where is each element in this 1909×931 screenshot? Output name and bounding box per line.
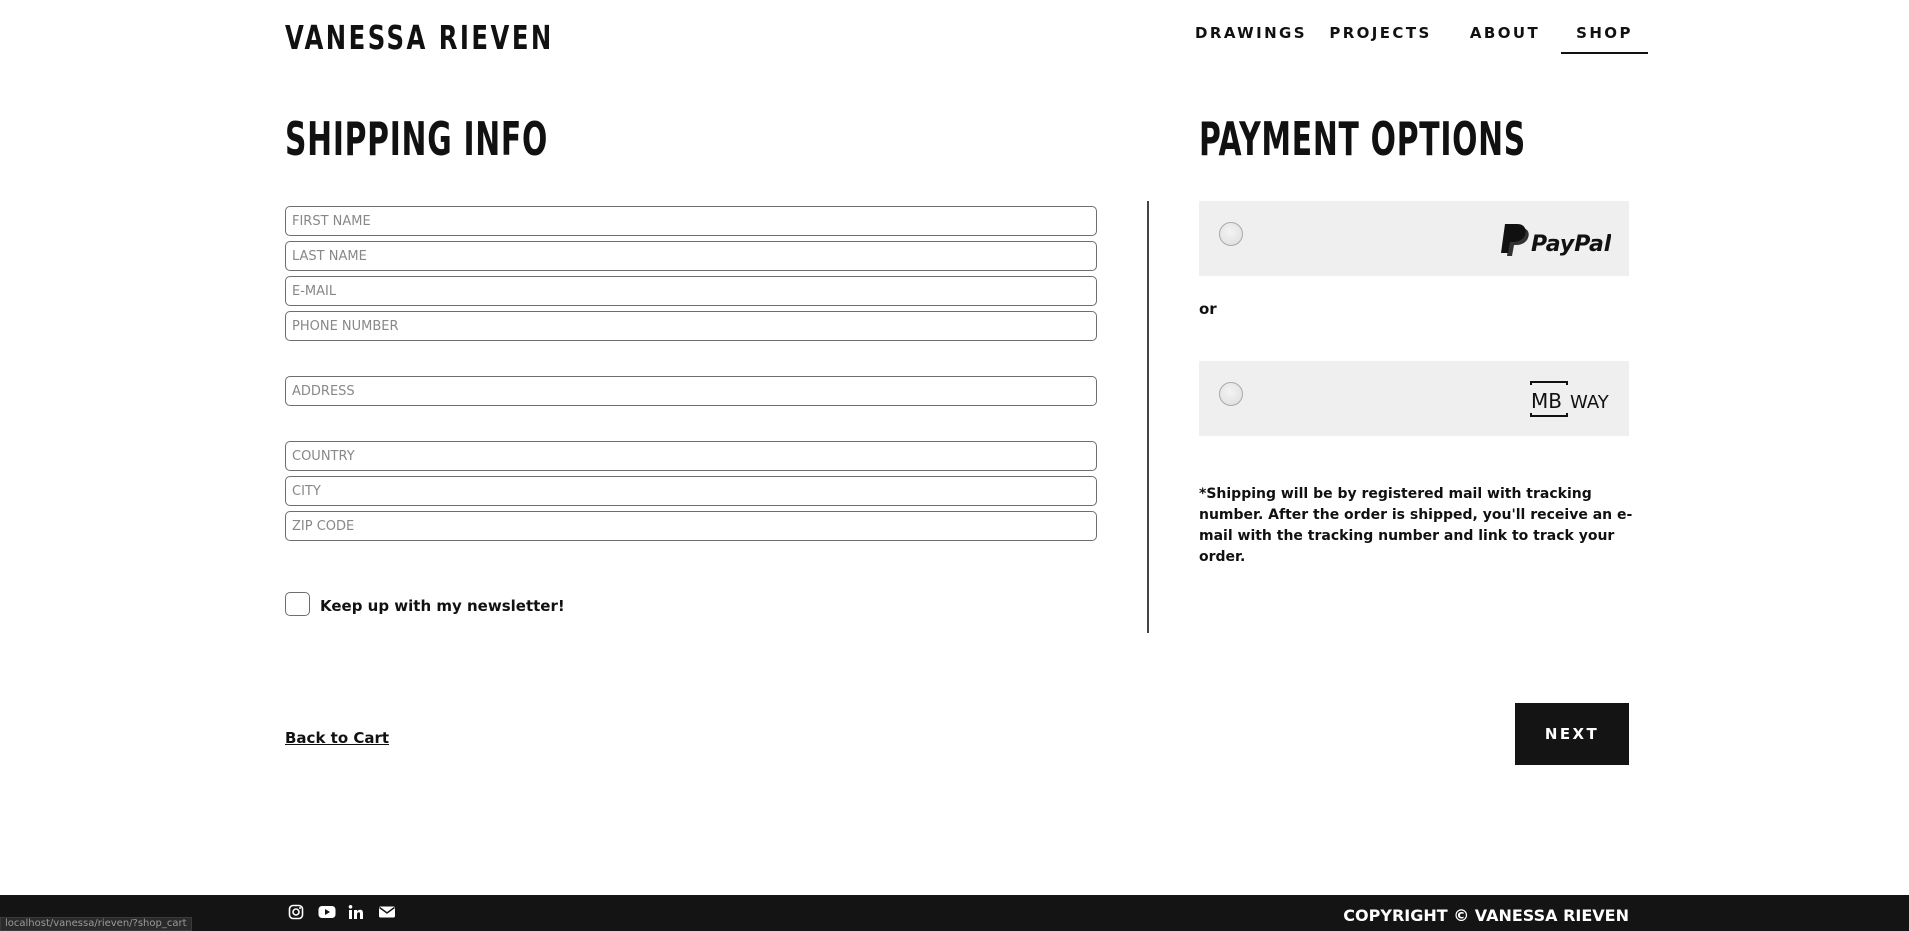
status-bar-url: localhost/vanessa/rieven/?shop_cart	[0, 917, 192, 931]
instagram-icon[interactable]	[288, 904, 318, 922]
youtube-icon[interactable]	[318, 904, 348, 922]
nav-about[interactable]: ABOUT	[1449, 24, 1561, 54]
address-field[interactable]	[285, 376, 1097, 406]
nav-drawings[interactable]: DRAWINGS	[1190, 24, 1312, 54]
back-to-cart-link[interactable]: Back to Cart	[285, 729, 389, 747]
newsletter-label[interactable]: Keep up with my newsletter!	[320, 597, 565, 615]
footer: COPYRIGHT © VANESSA RIEVEN	[0, 895, 1909, 931]
payment-option-paypal[interactable]: PayPal	[1199, 201, 1629, 276]
social-links	[288, 904, 408, 922]
site-logo[interactable]: VANESSA RIEVEN	[285, 18, 554, 57]
column-divider	[1147, 201, 1149, 633]
next-button[interactable]: NEXT	[1515, 703, 1629, 765]
zip-code-field[interactable]	[285, 511, 1097, 541]
svg-text:WAY: WAY	[1570, 392, 1610, 413]
nav-shop[interactable]: SHOP	[1561, 24, 1648, 54]
newsletter-checkbox[interactable]	[285, 592, 310, 616]
mail-icon[interactable]	[378, 904, 408, 922]
country-field[interactable]	[285, 441, 1097, 471]
payment-option-mbway[interactable]: MB WAY	[1199, 361, 1629, 436]
shipping-note: *Shipping will be by registered mail wit…	[1199, 486, 1633, 565]
svg-text:MB: MB	[1531, 389, 1562, 413]
email-field[interactable]	[285, 276, 1097, 306]
phone-field[interactable]	[285, 311, 1097, 341]
linkedin-icon[interactable]	[348, 904, 378, 922]
last-name-field[interactable]	[285, 241, 1097, 271]
paypal-logo: PayPal	[1501, 224, 1611, 257]
payment-title: PAYMENT OPTIONS	[1199, 112, 1526, 166]
shipping-title: SHIPPING INFO	[285, 112, 549, 166]
main-nav: DRAWINGS PROJECTS ABOUT SHOP	[1190, 24, 1648, 54]
copyright-text: COPYRIGHT © VANESSA RIEVEN	[1343, 906, 1629, 925]
mbway-logo: MB WAY	[1530, 381, 1610, 417]
city-field[interactable]	[285, 476, 1097, 506]
svg-text:PayPal: PayPal	[1531, 232, 1611, 257]
nav-projects[interactable]: PROJECTS	[1312, 24, 1449, 54]
first-name-field[interactable]	[285, 206, 1097, 236]
paypal-radio[interactable]	[1219, 222, 1243, 246]
or-separator: or	[1199, 300, 1217, 318]
mbway-radio[interactable]	[1219, 382, 1243, 406]
